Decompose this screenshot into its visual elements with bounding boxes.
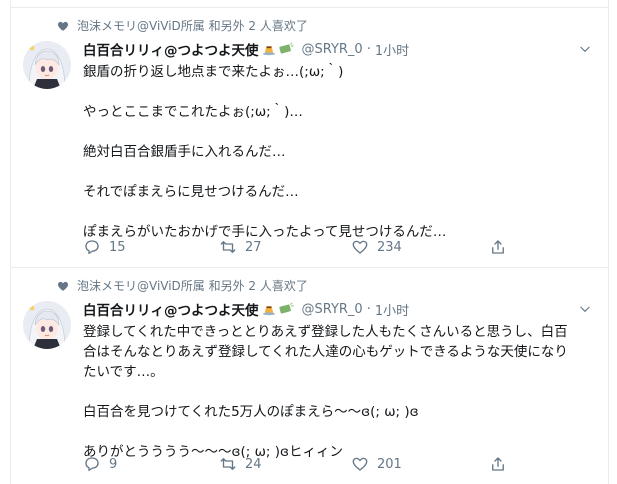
avatar[interactable] [23,41,71,89]
timeline: 泡沫メモリ@ViViD所属 和另外 2 人喜欢了 白百合リリィ@つよつよ天使 @… [10,0,609,484]
tweet[interactable]: 泡沫メモリ@ViViD所属 和另外 2 人喜欢了 白百合リリィ@つよつよ天使 @… [11,7,608,268]
chevron-down-icon[interactable] [578,42,592,56]
separator-dot: · [366,41,371,57]
tweet-line: 登録してくれた中できっととりあえず登録した人もたくさんいると思うし、白百 [83,324,568,340]
reply-icon [85,457,99,472]
retweet-count: 24 [245,456,262,472]
timestamp[interactable]: 1小时 [375,300,409,319]
social-context-text[interactable]: 泡沫メモリ@ViViD所属 和另外 2 人喜欢了 [77,17,308,34]
like-icon [352,457,368,471]
tweet-line: 合はそんなとりあえず登録してくれた人達の心もゲットできるような天使になり [83,344,568,360]
money-emoji [278,302,294,314]
avatar-image [23,301,71,349]
avatar-image [23,41,71,89]
share-icon [492,457,504,471]
tweet-header: 白百合リリィ@つよつよ天使 @SRYR_0 · 1小时 [83,39,592,59]
like-icon [352,240,368,254]
user-handle[interactable]: @SRYR_0 [302,302,363,317]
social-context[interactable]: 泡沫メモリ@ViViD所属 和另外 2 人喜欢了 [57,17,308,34]
user-handle[interactable]: @SRYR_0 [302,42,363,57]
like-count: 234 [377,239,402,255]
reply-count: 9 [109,456,118,472]
retweet-icon [220,458,236,470]
tweet-line: 絶対白百合銀盾手に入れるんだ… [83,144,286,160]
user-name[interactable]: 白百合リリィ@つよつよ天使 [83,39,259,59]
tweet-line: 銀盾の折り返し地点まで来たよぉ…(;ω;｀) [83,64,344,80]
heart-icon [58,21,68,31]
like-count: 201 [377,456,402,472]
tweet-actions: 15 27 234 [83,237,523,257]
tweet-actions: 9 24 201 [83,454,523,474]
share-button[interactable] [489,238,507,256]
retweet-count: 27 [245,239,262,255]
tweet-text: 銀盾の折り返し地点まで来たよぉ…(;ω;｀) やっとここまでこれたよぉ(;ω;｀… [83,62,588,242]
share-button[interactable] [489,455,507,473]
social-context[interactable]: 泡沫メモリ@ViViD所属 和另外 2 人喜欢了 [57,277,308,294]
reply-icon [85,240,99,255]
tweet[interactable]: 泡沫メモリ@ViViD所属 和另外 2 人喜欢了 白百合リリィ@つよつよ天使 @… [11,268,608,484]
user-name[interactable]: 白百合リリィ@つよつよ天使 [83,299,259,319]
tweet-line: それでぽまえらに見せつけるんだ… [83,184,299,200]
timestamp[interactable]: 1小时 [375,40,409,59]
like-button[interactable]: 234 [351,238,447,256]
share-icon [492,240,504,254]
reply-button[interactable]: 9 [83,455,179,473]
tweet-line: 白百合を見つけてくれた5万人のぽまえら～～ɞ(; ω; )ɞ [83,404,419,420]
social-context-text[interactable]: 泡沫メモリ@ViViD所属 和另外 2 人喜欢了 [77,277,308,294]
pudding-emoji [262,306,275,316]
tweet-header: 白百合リリィ@つよつよ天使 @SRYR_0 · 1小时 [83,299,592,319]
tweet-text: 登録してくれた中できっととりあえず登録した人もたくさんいると思うし、白百 合はそ… [83,322,588,462]
like-button[interactable]: 201 [351,455,447,473]
pudding-emoji [262,46,275,56]
reply-button[interactable]: 15 [83,238,179,256]
name-emoji [262,302,294,316]
tweet-line: やっとここまでこれたよぉ(;ω;｀)… [83,104,303,120]
reply-count: 15 [109,239,126,255]
retweet-icon [220,241,236,253]
tweet-line: たいです…。 [83,364,164,380]
money-emoji [278,42,294,54]
heart-icon [58,281,68,291]
avatar[interactable] [23,301,71,349]
chevron-down-icon[interactable] [578,302,592,316]
separator-dot: · [366,301,371,317]
retweet-button[interactable]: 24 [219,455,351,473]
name-emoji [262,42,294,56]
retweet-button[interactable]: 27 [219,238,351,256]
